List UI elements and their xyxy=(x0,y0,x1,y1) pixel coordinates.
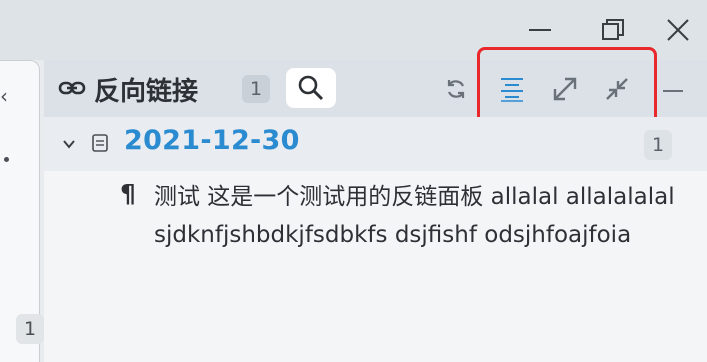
panel-header: 反向链接 1 xyxy=(44,47,707,125)
expand-level-icon xyxy=(501,78,523,102)
bullet-dot xyxy=(4,157,9,162)
window-titlebar xyxy=(0,0,707,60)
left-panel-count-badge: 1 xyxy=(16,314,44,344)
expand-all-icon xyxy=(553,77,577,101)
collapse-all-icon xyxy=(606,78,628,100)
minus-icon xyxy=(663,90,683,92)
panel-minimize-button[interactable] xyxy=(656,72,690,106)
chevron-left-icon[interactable]: ‹ xyxy=(0,84,8,108)
document-title-link[interactable]: 2021-12-30 xyxy=(124,125,300,156)
refresh-button[interactable] xyxy=(439,72,473,106)
backlink-paragraph-text[interactable]: 测试 这是一个测试用的反链面板 allalal allalalalal sjdk… xyxy=(154,178,694,254)
close-icon xyxy=(667,19,689,41)
search-icon xyxy=(298,75,324,101)
backlink-document-row[interactable]: 2021-12-30 1 xyxy=(44,117,707,171)
restore-icon xyxy=(602,19,624,40)
backlink-panel: 反向链接 1 2021-12-30 1 ¶ 测试 这是一个测试用的反链面板 al… xyxy=(44,47,707,362)
document-count-badge: 1 xyxy=(644,130,672,160)
expand-all-button[interactable] xyxy=(548,72,582,106)
search-button[interactable] xyxy=(286,68,336,108)
window-maximize-button[interactable] xyxy=(591,10,635,50)
link-icon xyxy=(58,81,86,95)
chevron-down-icon[interactable] xyxy=(62,137,76,151)
window-minimize-button[interactable] xyxy=(518,10,562,50)
panel-title: 反向链接 xyxy=(94,77,199,107)
document-icon xyxy=(92,134,108,152)
paragraph-icon[interactable]: ¶ xyxy=(120,179,136,208)
refresh-icon xyxy=(447,80,465,98)
backlink-count-badge: 1 xyxy=(242,75,270,103)
expand-level-button[interactable] xyxy=(495,72,529,106)
minimize-icon xyxy=(529,29,551,31)
window-close-button[interactable] xyxy=(656,10,700,50)
collapse-all-button[interactable] xyxy=(600,72,634,106)
